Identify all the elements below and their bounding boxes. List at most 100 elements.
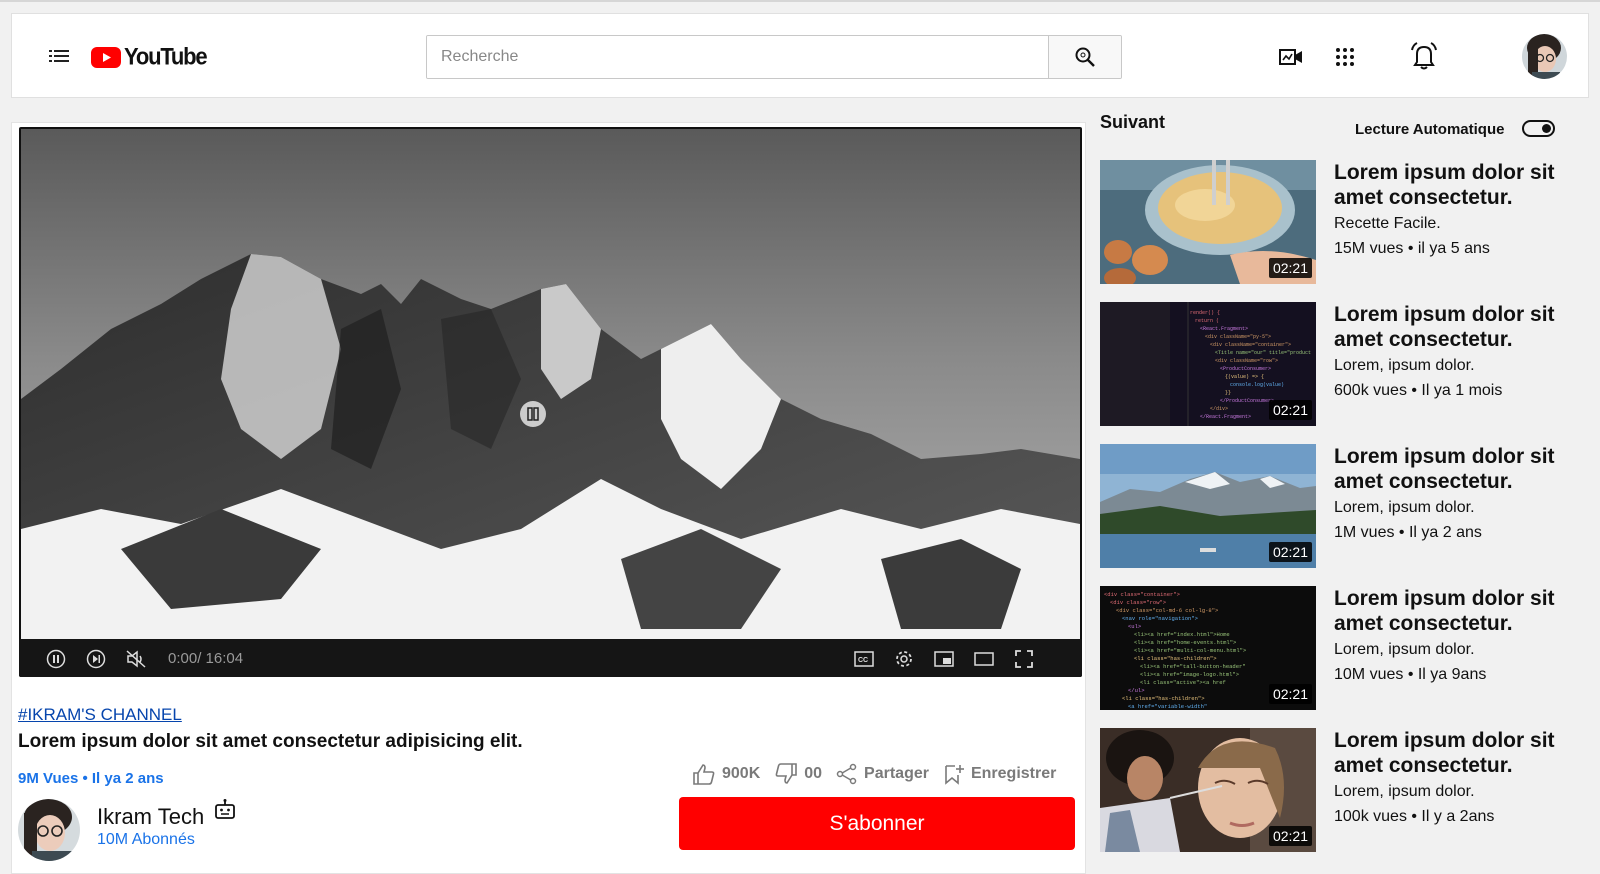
video-title[interactable]: Lorem ipsum dolor sit amet consectetur. — [1334, 302, 1584, 352]
bookmark-add-icon — [945, 765, 964, 785]
svg-text:<div class="row">: <div class="row"> — [1110, 599, 1166, 606]
video-title[interactable]: Lorem ipsum dolor sit amet consectetur. — [1334, 444, 1584, 494]
svg-text:CC: CC — [858, 657, 868, 664]
svg-text:render() {: render() { — [1190, 310, 1220, 316]
svg-text:return (: return ( — [1195, 318, 1219, 324]
svg-text:<li><a href="tall-button-heade: <li><a href="tall-button-header" — [1140, 663, 1246, 670]
search-icon — [1075, 47, 1095, 67]
video-title[interactable]: Lorem ipsum dolor sit amet consectetur. — [1334, 728, 1584, 778]
save-button[interactable]: Enregistrer — [943, 763, 1056, 785]
video-frame-mountains — [21, 129, 1080, 639]
video-channel: Lorem, ipsum dolor. — [1334, 783, 1475, 800]
video-channel: Lorem, ipsum dolor. — [1334, 357, 1475, 374]
svg-text:<div class="col-md-6 col-lg-8": <div class="col-md-6 col-lg-8"> — [1116, 607, 1218, 614]
notification-bell-icon[interactable] — [1407, 39, 1441, 73]
like-count: 900K — [722, 765, 761, 782]
youtube-play-icon — [91, 46, 121, 68]
video-thumbnail[interactable]: 02:21 — [1100, 728, 1316, 852]
miniplayer-icon[interactable] — [932, 647, 956, 671]
channel-name[interactable]: Ikram Tech — [97, 804, 204, 830]
video-duration: 02:21 — [1268, 826, 1312, 846]
share-button[interactable]: Partager — [836, 763, 929, 785]
svg-text:<li><a href="home-events.html": <li><a href="home-events.html"> — [1134, 639, 1236, 646]
svg-text:<React.Fragment>: <React.Fragment> — [1200, 326, 1248, 332]
svg-text:</div>: </div> — [1210, 406, 1228, 412]
share-icon — [836, 763, 857, 785]
svg-text:<ProductConsumer>: <ProductConsumer> — [1220, 366, 1271, 372]
search-bar — [426, 35, 1122, 79]
share-label: Partager — [864, 765, 929, 782]
thumbs-down-icon — [775, 763, 798, 784]
suggested-video[interactable]: 02:21 Lorem ipsum dolor sit amet consect… — [1100, 160, 1590, 284]
svg-text:<li><a href="index.html">Home: <li><a href="index.html">Home — [1134, 631, 1230, 638]
svg-text:<li class="active"><a href: <li class="active"><a href — [1140, 679, 1226, 686]
dislike-count: 00 — [804, 765, 823, 782]
user-avatar[interactable] — [1522, 34, 1567, 79]
video-title[interactable]: Lorem ipsum dolor sit amet consectetur. — [1334, 586, 1584, 636]
svg-text:</ProductConsumer>: </ProductConsumer> — [1220, 398, 1274, 404]
settings-gear-icon[interactable] — [892, 647, 916, 671]
video-thumbnail[interactable]: 02:21 — [1100, 160, 1316, 284]
apps-grid-icon[interactable] — [1330, 42, 1360, 72]
svg-text:<li class="has-children">: <li class="has-children"> — [1122, 695, 1205, 702]
search-input[interactable] — [427, 36, 1048, 78]
video-channel: Lorem, ipsum dolor. — [1334, 499, 1475, 516]
top-header: YouTube — [11, 13, 1589, 98]
svg-text:</ul>: </ul> — [1128, 687, 1145, 694]
video-stats: 9M Vues • Il ya 2 ans — [18, 770, 164, 787]
channel-avatar[interactable] — [18, 799, 80, 861]
suggested-video[interactable]: <div class="container"> <div class="row"… — [1100, 586, 1590, 710]
player-controls: 0:00/ 16:04 CC — [19, 639, 1082, 677]
video-title: Lorem ipsum dolor sit amet consectetur a… — [18, 731, 523, 752]
channel-hashtag-link[interactable]: #IKRAM'S CHANNEL — [18, 705, 182, 725]
subscribe-button[interactable]: S'abonner — [679, 797, 1075, 850]
video-duration: 02:21 — [1268, 684, 1312, 704]
svg-text:<li><a href="multi-col-menu.ht: <li><a href="multi-col-menu.html"> — [1134, 647, 1246, 654]
video-duration: 02:21 — [1268, 542, 1312, 562]
video-channel: Recette Facile. — [1334, 215, 1441, 232]
svg-text:<Title name="our" title="produ: <Title name="our" title="product — [1215, 350, 1311, 356]
video-meta: 600k vues • Il ya 1 mois — [1334, 382, 1503, 399]
video-meta: 10M vues • Il ya 9ans — [1334, 666, 1487, 683]
autoplay-toggle[interactable] — [1522, 120, 1555, 137]
subscriber-count: 10M Abonnés — [97, 831, 195, 848]
video-thumbnail[interactable]: <div class="container"> <div class="row"… — [1100, 586, 1316, 710]
svg-text:<div className="row">: <div className="row"> — [1215, 358, 1278, 364]
up-next-label: Suivant — [1100, 112, 1166, 132]
suggested-video[interactable]: 02:21 Lorem ipsum dolor sit amet consect… — [1100, 728, 1590, 852]
svg-text:<li class="has-children">: <li class="has-children"> — [1134, 655, 1217, 662]
like-button[interactable]: 900K — [692, 763, 760, 785]
top-border — [0, 0, 1600, 2]
pause-control-icon[interactable] — [44, 647, 68, 671]
center-pause-button[interactable] — [520, 401, 546, 427]
theater-mode-icon[interactable] — [972, 647, 996, 671]
video-meta: 1M vues • Il ya 2 ans — [1334, 524, 1482, 541]
video-channel: Lorem, ipsum dolor. — [1334, 641, 1475, 658]
mute-icon[interactable] — [124, 647, 148, 671]
captions-icon[interactable]: CC — [852, 647, 876, 671]
bot-icon — [213, 798, 237, 827]
fullscreen-icon[interactable] — [1012, 647, 1036, 671]
video-player[interactable]: 0:00/ 16:04 CC — [19, 127, 1082, 677]
video-thumbnail[interactable]: 02:21 — [1100, 444, 1316, 568]
suggested-video[interactable]: render() { return ( <React.Fragment> <di… — [1100, 302, 1590, 426]
suggested-video[interactable]: 02:21 Lorem ipsum dolor sit amet consect… — [1100, 444, 1590, 568]
video-title[interactable]: Lorem ipsum dolor sit amet consectetur. — [1334, 160, 1584, 210]
youtube-logo[interactable]: YouTube — [91, 43, 208, 70]
search-button[interactable] — [1048, 36, 1121, 78]
save-label: Enregistrer — [970, 765, 1057, 782]
video-meta: 100k vues • Il y a 2ans — [1334, 808, 1495, 825]
create-video-icon[interactable] — [1276, 42, 1306, 72]
svg-text:<div class="container">: <div class="container"> — [1104, 591, 1180, 598]
time-display: 0:00/ 16:04 — [168, 650, 244, 667]
menu-icon[interactable] — [47, 44, 71, 68]
toggle-knob — [1542, 124, 1551, 133]
svg-text:<div className="py-5">: <div className="py-5"> — [1205, 334, 1271, 340]
svg-text:<div className="container">: <div className="container"> — [1210, 342, 1291, 348]
svg-text:}}: }} — [1225, 390, 1231, 396]
dislike-button[interactable]: 00 — [774, 763, 822, 785]
video-thumbnail[interactable]: render() { return ( <React.Fragment> <di… — [1100, 302, 1316, 426]
thumbs-up-icon — [693, 764, 715, 785]
next-video-icon[interactable] — [84, 647, 108, 671]
svg-text:<a href="variable-width": <a href="variable-width" — [1128, 703, 1207, 710]
